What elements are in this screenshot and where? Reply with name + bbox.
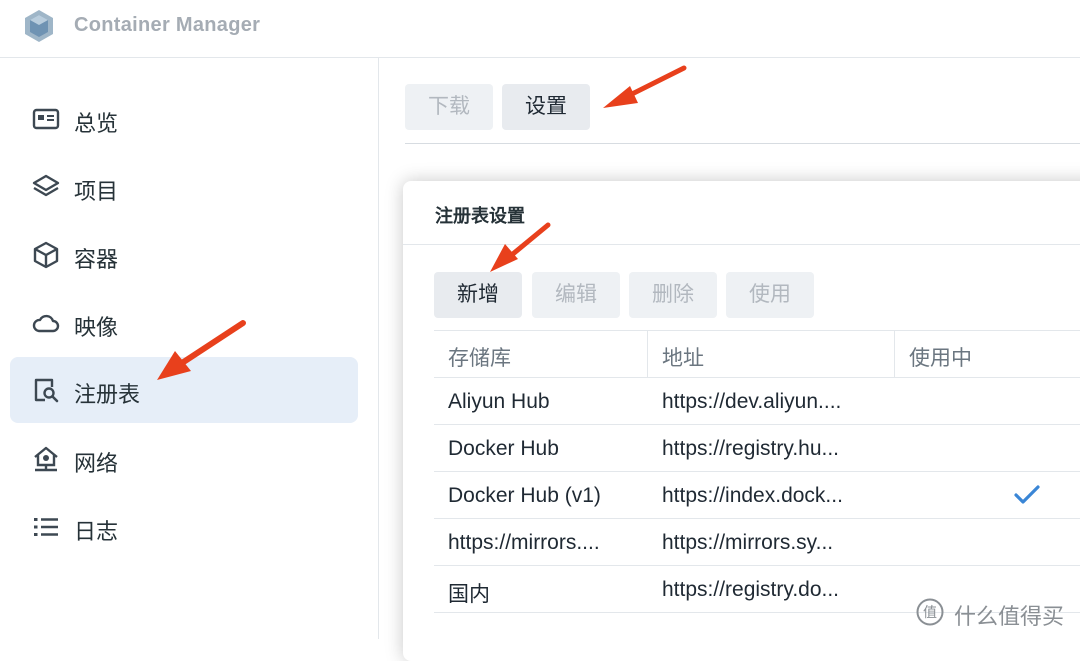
repository-cell: 国内 <box>448 583 490 606</box>
layers-icon <box>32 174 60 197</box>
sidebar-item-label: 容器 <box>74 247 119 272</box>
download-button[interactable]: 下载 <box>405 84 493 130</box>
column-divider <box>894 330 895 377</box>
sidebar-item-label: 注册表 <box>74 382 141 407</box>
registry-search-icon <box>34 378 59 403</box>
column-header-repository[interactable]: 存储库 <box>448 342 511 372</box>
sidebar-item-images[interactable]: 映像 <box>10 290 358 356</box>
sidebar-item-log[interactable]: 日志 <box>10 494 358 560</box>
cloud-icon <box>32 314 60 333</box>
sidebar-item-label: 项目 <box>74 179 119 204</box>
sidebar-item-overview[interactable]: 总览 <box>10 86 358 152</box>
sidebar: 总览 项目 容器 映像 注册表 网络 日志 <box>0 58 379 639</box>
table-divider <box>434 471 1080 472</box>
use-button[interactable]: 使用 <box>726 272 814 318</box>
add-button[interactable]: 新增 <box>434 272 522 318</box>
watermark-logo-icon: 值 <box>916 598 944 626</box>
address-cell: https://registry.do... <box>662 578 840 601</box>
sidebar-item-containers[interactable]: 容器 <box>10 222 358 288</box>
watermark: 值 什么值得买 <box>912 597 1076 629</box>
address-cell: https://mirrors.sy... <box>662 531 834 554</box>
table-divider <box>434 330 1080 331</box>
settings-button[interactable]: 设置 <box>502 84 590 130</box>
toolbar-divider <box>405 143 1080 144</box>
dialog-divider <box>403 244 1080 245</box>
repository-cell: Docker Hub (v1) <box>448 484 601 507</box>
column-divider <box>647 330 648 377</box>
overview-card-icon <box>32 108 60 130</box>
column-header-in-use[interactable]: 使用中 <box>909 342 972 372</box>
edit-button[interactable]: 编辑 <box>532 272 620 318</box>
table-divider <box>434 424 1080 425</box>
repository-cell: https://mirrors.... <box>448 531 600 554</box>
address-cell: https://index.dock... <box>662 484 843 507</box>
sidebar-item-label: 映像 <box>74 315 119 340</box>
table-divider <box>434 565 1080 566</box>
sidebar-item-label: 网络 <box>74 451 119 476</box>
sidebar-item-label: 总览 <box>74 111 119 136</box>
sidebar-item-registry[interactable]: 注册表 <box>10 357 358 423</box>
sidebar-item-projects[interactable]: 项目 <box>10 154 358 220</box>
delete-button[interactable]: 删除 <box>629 272 717 318</box>
dialog-title: 注册表设置 <box>435 206 525 226</box>
svg-text:值: 值 <box>923 605 937 621</box>
checkmark-icon <box>1014 485 1040 504</box>
repository-cell: Aliyun Hub <box>448 390 550 413</box>
repository-cell: Docker Hub <box>448 437 559 460</box>
address-cell: https://registry.hu... <box>662 437 840 460</box>
arrow-settings <box>603 65 687 108</box>
address-cell: https://dev.aliyun.... <box>662 390 842 413</box>
container-manager-logo-icon <box>25 10 53 42</box>
sidebar-item-network[interactable]: 网络 <box>10 426 358 492</box>
app-title: Container Manager <box>74 14 261 36</box>
table-divider <box>434 518 1080 519</box>
box-icon <box>33 241 59 269</box>
registry-settings-dialog: 注册表设置 新增 编辑 删除 使用 存储库 地址 使用中 Aliyun Hub … <box>403 181 1080 661</box>
watermark-text: 什么值得买 <box>954 604 1065 629</box>
sidebar-item-label: 日志 <box>74 519 119 544</box>
table-divider <box>434 377 1080 378</box>
title-bar: Container Manager <box>0 0 1080 58</box>
list-icon <box>34 518 58 536</box>
network-home-icon <box>34 446 58 472</box>
column-header-address[interactable]: 地址 <box>662 342 704 372</box>
